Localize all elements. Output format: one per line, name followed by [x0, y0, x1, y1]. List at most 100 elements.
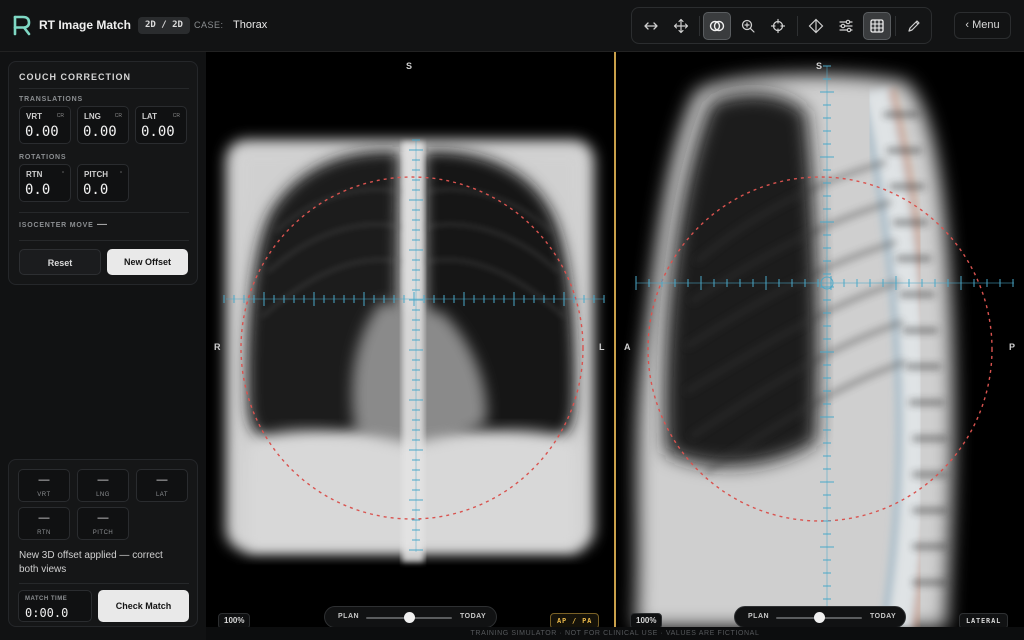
lat-unit: CR	[172, 113, 180, 119]
annotate-tool[interactable]	[900, 12, 928, 40]
vrt-field[interactable]: VRT CR 0.00	[19, 106, 71, 144]
overlay-icon	[709, 20, 725, 32]
isocenter-icon	[808, 18, 824, 34]
toolbar-separator	[699, 16, 700, 36]
match-pitch: — PITCH	[77, 507, 129, 540]
match-rtn-value: —	[38, 512, 50, 524]
divider	[19, 88, 189, 89]
vertebra-gap	[912, 508, 947, 513]
lateral-zoom-badge[interactable]: 100%	[630, 613, 663, 627]
rtn-field[interactable]: RTN ° 0.0	[19, 164, 71, 202]
match-lat: — LAT	[136, 469, 188, 502]
vertebra-gap	[903, 328, 938, 333]
vertebra-gap	[887, 148, 922, 153]
vertebra-gap	[900, 292, 934, 297]
lat-value: 0.00	[141, 124, 175, 140]
pitch-value: 0.0	[83, 182, 109, 198]
match-pitch-value: —	[97, 512, 109, 524]
new-offset-button[interactable]: New Offset	[107, 249, 188, 275]
lateral-blend-slider[interactable]: PLAN TODAY	[734, 606, 906, 627]
reset-button[interactable]: Reset	[19, 249, 101, 275]
horizontal-arrows-tool[interactable]	[637, 12, 665, 40]
lng-unit: CR	[114, 113, 122, 119]
pitch-field[interactable]: PITCH ° 0.0	[77, 164, 129, 202]
lat-label: LAT	[142, 112, 157, 121]
pitch-label: PITCH	[84, 170, 108, 179]
ap-zoom-badge[interactable]: 100%	[218, 613, 251, 627]
lateral-xray-image	[635, 65, 1014, 627]
vertebra-gap	[912, 472, 947, 477]
ap-xray-image	[223, 139, 605, 562]
ap-orient-top: S	[406, 61, 413, 71]
ap-blend-slider[interactable]: PLAN TODAY	[324, 606, 497, 627]
case-label: CASE:	[194, 20, 224, 30]
match-time-label: MATCH TIME	[25, 596, 68, 602]
vertebra-gap	[912, 544, 947, 549]
vertebra-gap	[896, 256, 931, 261]
divider	[19, 240, 189, 241]
match-lng: — LNG	[77, 469, 129, 502]
overlay-tool[interactable]	[703, 12, 731, 40]
move-tool[interactable]	[667, 12, 695, 40]
isocenter-tool[interactable]	[802, 12, 830, 40]
vertebra-gap	[912, 436, 947, 441]
ap-slider-thumb[interactable]	[403, 612, 415, 623]
ap-orient-right: L	[599, 342, 605, 352]
top-bar: RT Image Match 2D / 2D CASE: Thorax ‹ Me…	[0, 0, 1024, 52]
grid-icon	[870, 19, 884, 33]
lat-field[interactable]: LAT CR 0.00	[135, 106, 187, 144]
match-lng-label: LNG	[96, 492, 110, 498]
vertebra-gap	[912, 580, 947, 585]
vertebra-gap	[906, 364, 941, 369]
rtn-label: RTN	[26, 170, 43, 179]
couch-correction-card: COUCH CORRECTION TRANSLATIONS VRT CR 0.0…	[8, 61, 198, 285]
lateral-today-label: TODAY	[870, 613, 897, 620]
crosshair-tool[interactable]	[764, 12, 792, 40]
crosshair-icon	[770, 18, 786, 34]
lateral-orient-right: P	[1009, 342, 1016, 352]
image-toolbar	[631, 7, 932, 44]
ap-today-label: TODAY	[460, 613, 487, 620]
translations-label: TRANSLATIONS	[19, 96, 83, 103]
adjustments-tool[interactable]	[832, 12, 860, 40]
vrt-label: VRT	[26, 112, 42, 121]
isocenter-value: —	[97, 219, 107, 230]
vertebra-gap	[909, 400, 944, 405]
grid-tool[interactable]	[863, 12, 891, 40]
match-card: — VRT — LNG — LAT — RTN — PITCH New 3D o…	[8, 459, 198, 627]
ap-view-tag[interactable]: AP / PA	[550, 613, 600, 627]
mode-badge[interactable]: 2D / 2D	[138, 17, 190, 34]
divider	[19, 212, 189, 213]
footer-disclaimer: TRAINING SIMULATOR · NOT FOR CLINICAL US…	[206, 627, 1024, 640]
toolbar-separator	[895, 16, 896, 36]
zoom-tool[interactable]	[734, 12, 762, 40]
app-title: RT Image Match	[39, 18, 132, 32]
isocenter-label: ISOCENTER MOVE	[19, 222, 94, 229]
vertebra-gap	[890, 184, 925, 189]
app-logo-icon	[13, 15, 31, 36]
lateral-view-tag[interactable]: LATERAL	[959, 613, 1009, 627]
menu-button[interactable]: ‹ Menu	[954, 12, 1011, 39]
check-match-button[interactable]: Check Match	[98, 590, 189, 622]
divider	[19, 583, 189, 584]
vertebra-gap	[893, 220, 928, 225]
lateral-viewport[interactable]: S A P 100% PLAN TODAY LATERAL	[616, 52, 1024, 627]
lateral-plan-label: PLAN	[748, 613, 770, 620]
lateral-slider-thumb[interactable]	[813, 612, 825, 623]
lng-label: LNG	[84, 112, 101, 121]
pitch-unit: °	[120, 171, 122, 177]
move-icon	[673, 18, 689, 34]
ap-viewport[interactable]: S R L 100% PLAN TODAY AP / PA	[206, 52, 614, 627]
match-time: MATCH TIME 0:00.0	[18, 590, 92, 622]
ap-orient-left: R	[214, 342, 221, 352]
lng-field[interactable]: LNG CR 0.00	[77, 106, 129, 144]
vrt-value: 0.00	[25, 124, 59, 140]
lateral-orient-left: A	[624, 342, 631, 352]
sliders-icon	[839, 19, 853, 33]
match-time-value: 0:00.0	[25, 606, 69, 620]
rtn-unit: °	[62, 171, 64, 177]
lateral-orient-top: S	[816, 61, 823, 71]
match-vrt-label: VRT	[37, 492, 51, 498]
vrt-unit: CR	[56, 113, 64, 119]
match-lat-value: —	[156, 474, 168, 486]
